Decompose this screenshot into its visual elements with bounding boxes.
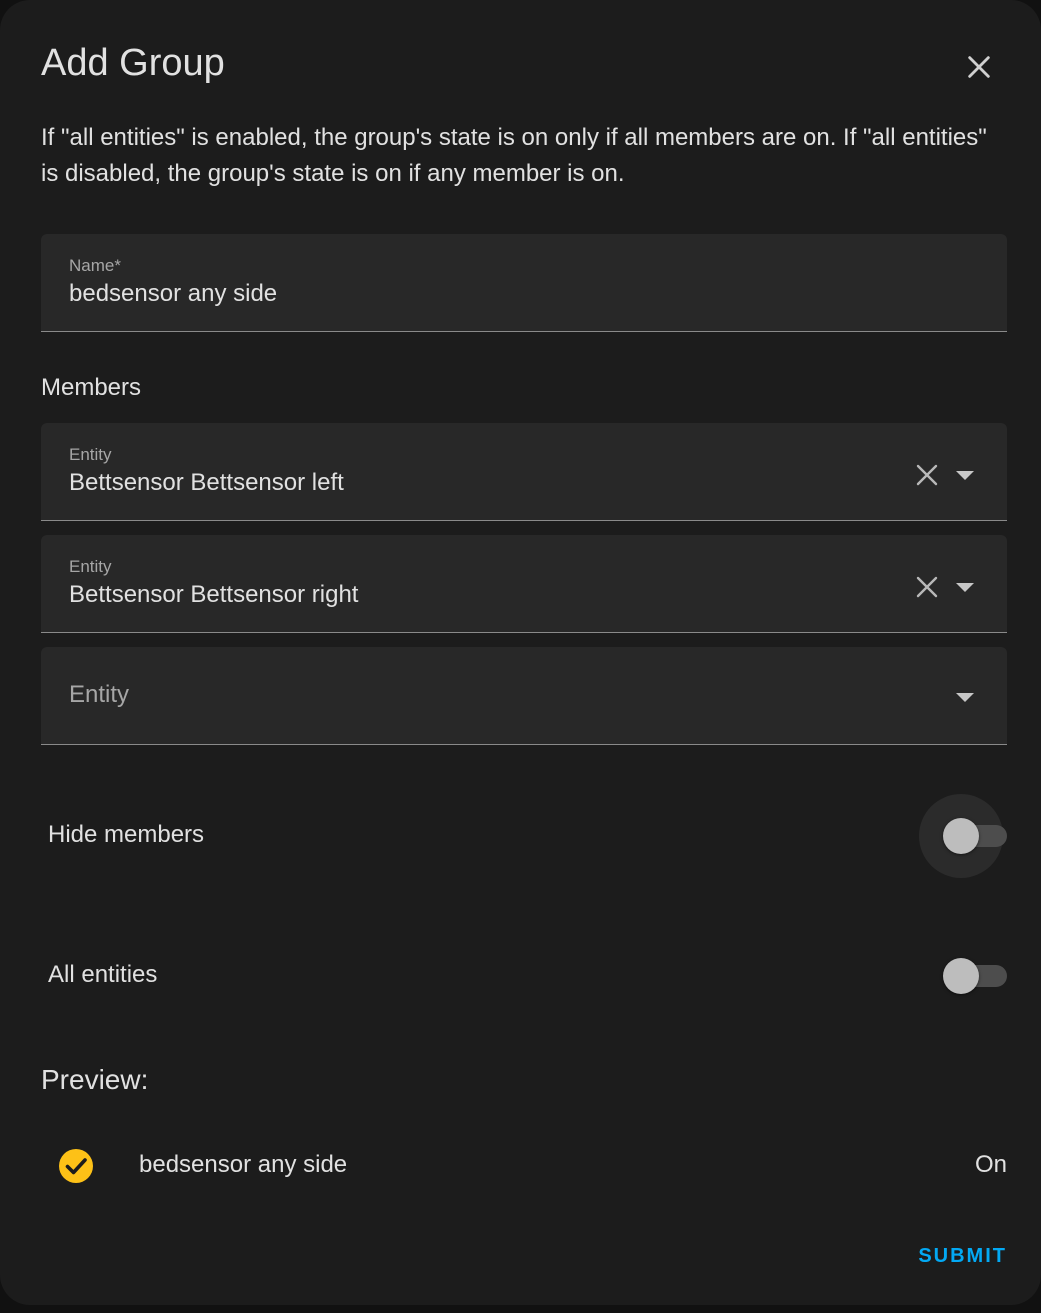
clear-entity-button[interactable] <box>909 457 945 493</box>
all-entities-switch[interactable] <box>943 956 1007 996</box>
name-field-label: Name* <box>69 256 121 275</box>
chevron-down-icon <box>956 693 974 702</box>
name-field-value[interactable]: bedsensor any side <box>69 280 277 308</box>
preview-entity-state: On <box>974 1151 1007 1178</box>
entity-picker-2[interactable]: Entity Bettsensor Bettsensor right <box>41 535 1007 633</box>
preview-entity-name: bedsensor any side <box>139 1151 348 1178</box>
switch-thumb <box>943 958 979 994</box>
switch-thumb <box>943 818 979 854</box>
hide-members-switch[interactable] <box>943 816 1007 856</box>
close-button[interactable] <box>952 40 1006 94</box>
hide-members-label: Hide members <box>48 821 205 848</box>
entity-picker-3[interactable]: Entity <box>41 647 1007 745</box>
add-group-dialog: Add Group If "all entities" is enabled, … <box>0 0 1041 1305</box>
name-field[interactable]: Name* bedsensor any side <box>41 234 1007 332</box>
entity-dropdown-button[interactable] <box>947 679 983 715</box>
all-entities-label: All entities <box>48 961 158 988</box>
check-circle-icon <box>59 1149 93 1183</box>
dialog-description: If "all entities" is enabled, the group'… <box>41 124 987 187</box>
entity-picker-placeholder: Entity <box>69 681 130 708</box>
entity-dropdown-button[interactable] <box>947 569 983 605</box>
chevron-down-icon <box>956 583 974 592</box>
close-icon <box>916 464 938 486</box>
dialog-title: Add Group <box>41 42 225 84</box>
close-icon <box>916 576 938 598</box>
clear-entity-button[interactable] <box>909 569 945 605</box>
entity-dropdown-button[interactable] <box>947 457 983 493</box>
members-label: Members <box>41 374 142 401</box>
entity-picker-label: Entity <box>69 557 112 576</box>
entity-picker-value[interactable]: Bettsensor Bettsensor left <box>69 469 344 497</box>
entity-picker-value[interactable]: Bettsensor Bettsensor right <box>69 581 358 609</box>
entity-picker-label: Entity <box>69 445 112 464</box>
chevron-down-icon <box>956 471 974 480</box>
submit-button[interactable]: SUBMIT <box>918 1245 1007 1268</box>
preview-label: Preview: <box>41 1064 149 1095</box>
close-icon <box>968 56 990 78</box>
entity-picker-1[interactable]: Entity Bettsensor Bettsensor left <box>41 423 1007 521</box>
